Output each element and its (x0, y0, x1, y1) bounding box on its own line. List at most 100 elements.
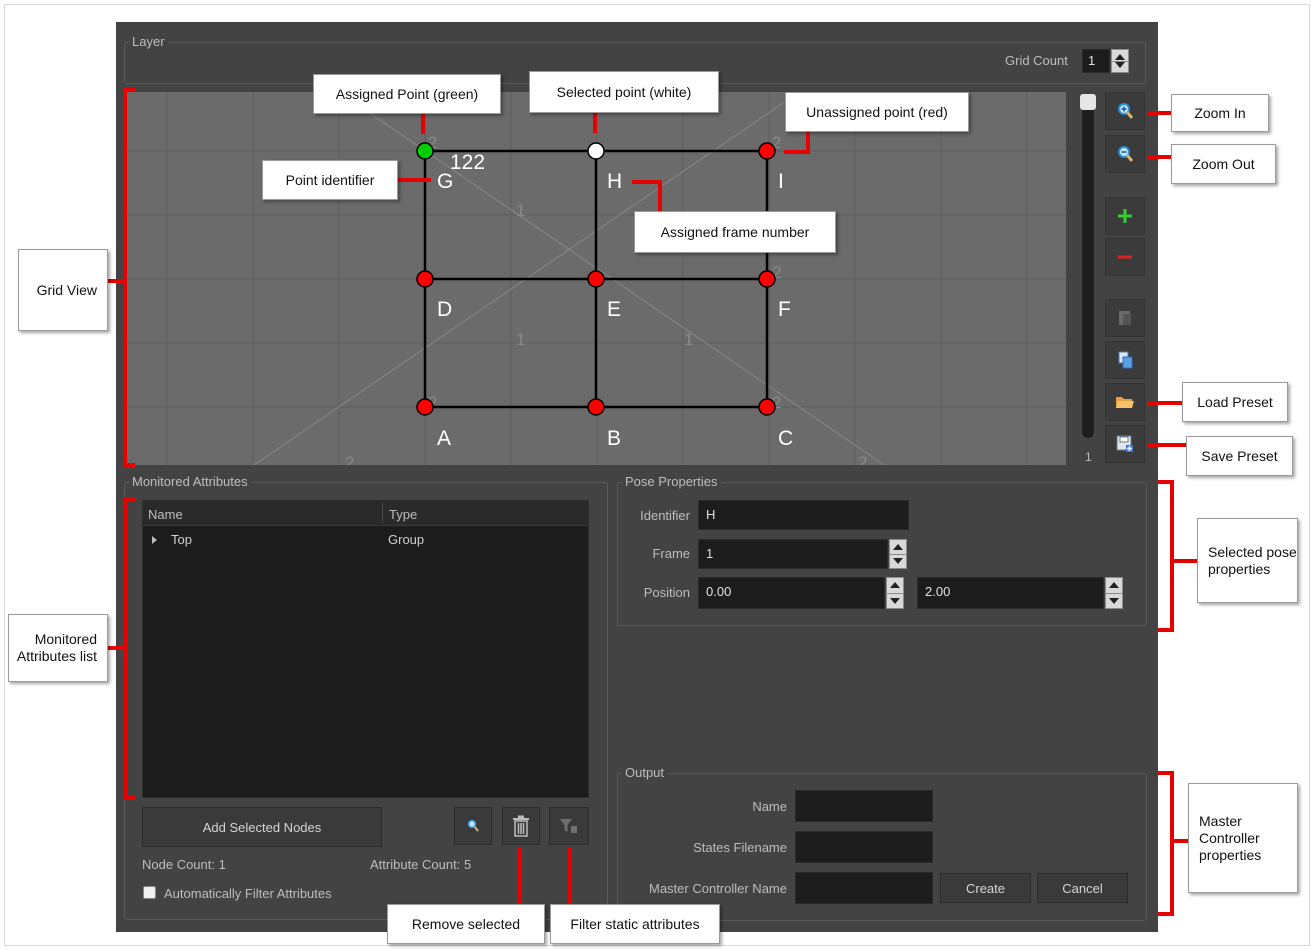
add-point-button[interactable] (1105, 197, 1145, 235)
output-name-field[interactable] (795, 790, 933, 822)
copy-icon (1118, 351, 1133, 369)
paste-button[interactable] (1105, 299, 1145, 337)
grid-view-bracket-top (123, 87, 135, 91)
grid-count-label: Grid Count (1005, 53, 1068, 68)
identifier-field[interactable]: H (698, 500, 909, 530)
load-preset-connector (1147, 401, 1183, 405)
callout-assigned-frame: Assigned frame number (634, 211, 836, 253)
svg-text:2: 2 (345, 453, 354, 465)
zoom-in-button[interactable] (1105, 92, 1145, 130)
auto-filter-label[interactable]: Automatically Filter Attributes (164, 886, 332, 901)
position-x-stepper[interactable] (886, 577, 904, 609)
remove-point-button[interactable] (1105, 238, 1145, 276)
grid-count-stepper[interactable] (1111, 49, 1129, 73)
trash-icon (513, 815, 529, 837)
zoom-slider-track[interactable] (1082, 96, 1094, 438)
point-label-a: A (437, 427, 452, 450)
svg-text:1: 1 (684, 330, 693, 349)
zoom-slider-handle[interactable] (1080, 94, 1096, 110)
callout-filter-static: Filter static attributes (550, 904, 720, 944)
identifier-label: Identifier (640, 508, 690, 523)
frame-stepper[interactable] (889, 539, 907, 569)
pose-point-d[interactable] (416, 270, 434, 288)
callout-zoom-out: Zoom Out (1171, 144, 1276, 184)
copy-button[interactable] (1105, 341, 1145, 379)
magnifier-icon (467, 819, 479, 832)
add-selected-nodes-button[interactable]: Add Selected Nodes (142, 807, 382, 847)
auto-filter-checkbox[interactable] (143, 886, 156, 899)
pose-point-e[interactable] (587, 270, 605, 288)
column-header-name[interactable]: Name (148, 507, 183, 522)
zoom-out-button[interactable] (1105, 135, 1145, 173)
output-bracket-top (1158, 771, 1174, 775)
frame-field[interactable]: 1 (698, 539, 888, 569)
load-preset-button[interactable] (1105, 383, 1145, 421)
states-filename-field[interactable] (795, 831, 933, 863)
pose-bracket-top (1158, 480, 1174, 484)
pose-bracket-bottom (1158, 628, 1174, 632)
callout-remove-selected: Remove selected (387, 904, 545, 944)
pose-properties-title: Pose Properties (622, 474, 721, 489)
remove-selected-button[interactable] (502, 807, 540, 845)
find-node-button[interactable] (454, 807, 492, 845)
position-y-stepper[interactable] (1105, 577, 1123, 609)
pose-point-h[interactable] (587, 142, 605, 160)
position-x-field[interactable]: 0.00 (698, 577, 885, 609)
zoom-slider-value: 1 (1085, 450, 1092, 464)
monitored-connector (107, 646, 124, 650)
grid-count-input[interactable]: 1 (1082, 49, 1110, 73)
callout-save-preset: Save Preset (1186, 436, 1293, 476)
callout-grid-view: Grid View (18, 249, 108, 331)
point-label-b: B (607, 427, 622, 450)
pose-point-f[interactable] (758, 270, 776, 288)
zoom-in-connector (1147, 111, 1173, 115)
filter-static-button[interactable] (549, 807, 589, 845)
point-label-f: F (778, 298, 791, 321)
folder-icon (1116, 397, 1134, 408)
pose-point-c[interactable] (758, 398, 776, 416)
master-controller-name-label: Master Controller Name (649, 881, 787, 896)
output-bracket (1170, 771, 1174, 916)
pose-point-i[interactable] (758, 142, 776, 160)
callout-assigned-point: Assigned Point (green) (313, 74, 501, 114)
svg-text:1: 1 (516, 330, 525, 349)
selected-point-connector (593, 111, 597, 133)
paste-icon (1119, 311, 1131, 325)
callout-load-preset: Load Preset (1182, 382, 1288, 422)
callout-selected-pose: Selected pose properties (1197, 518, 1298, 603)
save-preset-connector (1147, 443, 1187, 447)
tree-row-type: Group (388, 532, 425, 547)
point-label-h: H (607, 170, 623, 193)
grid-view-connector (107, 279, 124, 283)
svg-text:2: 2 (858, 453, 867, 465)
output-bracket-bottom (1158, 912, 1174, 916)
attribute-count-label: Attribute Count: 5 (370, 857, 472, 872)
save-preset-button[interactable] (1105, 425, 1145, 463)
grid-view-bracket (123, 87, 127, 467)
monitored-bracket-bottom (123, 796, 135, 800)
pose-point-a[interactable] (416, 398, 434, 416)
attributes-tree[interactable] (142, 500, 589, 798)
cancel-button[interactable]: Cancel (1037, 873, 1128, 903)
column-divider (382, 503, 383, 523)
expand-arrow-icon[interactable] (152, 536, 157, 544)
callout-monitored-list: Monitored Attributes list (8, 614, 108, 682)
tree-row-name[interactable]: Top (171, 532, 192, 547)
assigned-frame-connector-v (658, 180, 662, 212)
point-label-i: I (778, 170, 784, 193)
callout-selected-point: Selected point (white) (529, 71, 719, 113)
monitored-bracket-top (123, 497, 135, 501)
pose-point-g[interactable] (416, 142, 434, 160)
pose-point-b[interactable] (587, 398, 605, 416)
pose-bracket (1170, 480, 1174, 632)
position-y-field[interactable]: 2.00 (917, 577, 1104, 609)
frame-label: Frame (652, 546, 690, 561)
assigned-frame-number: 122 (450, 151, 485, 174)
create-button[interactable]: Create (940, 873, 1031, 903)
master-controller-name-field[interactable] (795, 872, 933, 904)
grid-view[interactable]: 2 1 2 2 1 1 2 2 2 2 122 (124, 92, 1066, 465)
column-header-type[interactable]: Type (389, 507, 417, 522)
pose-connector (1172, 559, 1198, 563)
states-filename-label: States Filename (693, 840, 787, 855)
callout-point-identifier: Point identifier (262, 160, 398, 200)
